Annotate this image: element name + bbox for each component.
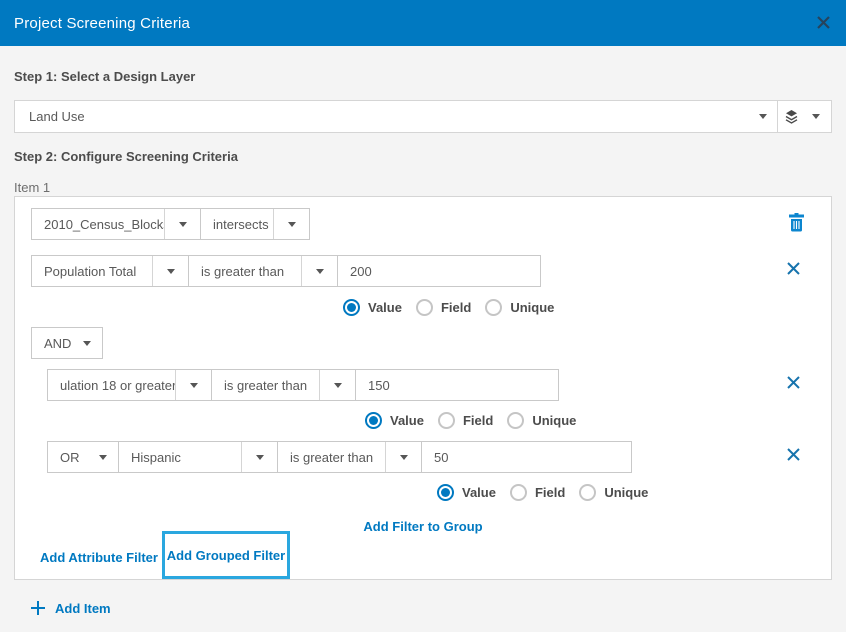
spatial-operator-dropdown[interactable]: intersects (200, 208, 310, 240)
item1-label: Item 1 (14, 180, 50, 195)
add-item-label: Add Item (55, 601, 111, 616)
spatial-operator-value: intersects (201, 217, 273, 232)
radio-option-unique[interactable]: Unique (485, 299, 554, 316)
grouped-filter-row: OR Hispanic is greater than (47, 441, 632, 473)
chevron-down-icon[interactable] (242, 455, 277, 460)
chevron-down-icon[interactable] (386, 455, 421, 460)
step1-label: Step 1: Select a Design Layer (14, 69, 195, 84)
add-item-button[interactable]: Add Item (30, 600, 111, 616)
dialog-header: Project Screening Criteria (0, 0, 846, 46)
chevron-down-icon[interactable] (72, 341, 102, 346)
dialog-title: Project Screening Criteria (0, 15, 190, 32)
chevron-down-icon[interactable] (812, 114, 820, 119)
plus-icon (30, 600, 46, 616)
attribute-filter-row: Population Total is greater than (31, 255, 541, 287)
radio-icon[interactable] (343, 299, 360, 316)
remove-filter-icon[interactable] (786, 261, 801, 276)
radio-label: Unique (604, 485, 648, 500)
operator-dropdown-value: is greater than (278, 450, 385, 465)
field-dropdown[interactable]: Hispanic (118, 441, 278, 473)
radio-label: Field (463, 413, 493, 428)
delete-item-icon[interactable] (788, 213, 805, 237)
remove-filter-icon[interactable] (786, 447, 801, 462)
step2-label: Step 2: Configure Screening Criteria (14, 149, 238, 164)
radio-label: Value (390, 413, 424, 428)
radio-label: Value (462, 485, 496, 500)
layer-dropdown-value: 2010_Census_Blocks (32, 217, 164, 232)
operator-dropdown[interactable]: is greater than (277, 441, 422, 473)
spatial-filter-row: 2010_Census_Blocks intersects (31, 208, 310, 240)
item1-panel: 2010_Census_Blocks intersects Population… (14, 196, 832, 580)
operator-dropdown[interactable]: is greater than (188, 255, 338, 287)
logic-operator-row: AND (31, 327, 103, 359)
field-dropdown[interactable]: Population Total (31, 255, 189, 287)
chevron-down-icon[interactable] (759, 114, 767, 119)
value-type-radio-group: Value Field Unique (343, 299, 568, 316)
radio-icon[interactable] (365, 412, 382, 429)
value-input[interactable] (337, 255, 541, 287)
chevron-down-icon[interactable] (320, 383, 355, 388)
radio-label: Unique (510, 300, 554, 315)
layers-icon[interactable] (783, 109, 800, 131)
field-dropdown[interactable]: ulation 18 or greater (47, 369, 212, 401)
operator-dropdown-value: is greater than (212, 378, 319, 393)
chevron-down-icon[interactable] (274, 222, 309, 227)
operator-dropdown-value: is greater than (189, 264, 301, 279)
logic-operator-dropdown[interactable]: AND (31, 327, 103, 359)
chevron-down-icon[interactable] (88, 455, 118, 460)
grouped-filter-row: ulation 18 or greater is greater than (47, 369, 559, 401)
logic-operator-dropdown[interactable]: OR (47, 441, 119, 473)
divider (777, 101, 778, 132)
value-input[interactable] (421, 441, 632, 473)
value-type-radio-group: Value Field Unique (365, 412, 590, 429)
add-grouped-filter-highlight: Add Grouped Filter (162, 531, 290, 579)
radio-option-field[interactable]: Field (416, 299, 471, 316)
radio-option-unique[interactable]: Unique (507, 412, 576, 429)
add-filter-to-group-link[interactable]: Add Filter to Group (363, 519, 482, 534)
field-dropdown-value: Hispanic (119, 450, 241, 465)
value-input[interactable] (355, 369, 559, 401)
radio-icon[interactable] (507, 412, 524, 429)
chevron-down-icon[interactable] (302, 269, 337, 274)
radio-icon[interactable] (510, 484, 527, 501)
add-grouped-filter-link[interactable]: Add Grouped Filter (167, 548, 285, 563)
field-dropdown-value: ulation 18 or greater (48, 378, 175, 393)
radio-label: Field (535, 485, 565, 500)
value-type-radio-group: Value Field Unique (437, 484, 662, 501)
close-icon[interactable] (815, 14, 832, 31)
chevron-down-icon[interactable] (165, 222, 200, 227)
radio-icon[interactable] (485, 299, 502, 316)
radio-icon[interactable] (579, 484, 596, 501)
radio-option-field[interactable]: Field (510, 484, 565, 501)
logic-operator-value: AND (32, 336, 72, 351)
design-layer-value: Land Use (29, 109, 85, 124)
project-screening-criteria-dialog: Project Screening Criteria Step 1: Selec… (0, 0, 846, 632)
radio-option-value[interactable]: Value (365, 412, 424, 429)
radio-icon[interactable] (437, 484, 454, 501)
radio-option-value[interactable]: Value (437, 484, 496, 501)
radio-label: Value (368, 300, 402, 315)
field-dropdown-value: Population Total (32, 264, 152, 279)
layer-dropdown[interactable]: 2010_Census_Blocks (31, 208, 201, 240)
add-attribute-filter-link[interactable]: Add Attribute Filter (40, 550, 158, 565)
chevron-down-icon[interactable] (153, 269, 188, 274)
radio-option-value[interactable]: Value (343, 299, 402, 316)
radio-label: Unique (532, 413, 576, 428)
remove-filter-icon[interactable] (786, 375, 801, 390)
logic-operator-value: OR (48, 450, 88, 465)
chevron-down-icon[interactable] (176, 383, 211, 388)
radio-icon[interactable] (416, 299, 433, 316)
radio-label: Field (441, 300, 471, 315)
add-filter-to-group-row: Add Filter to Group (15, 518, 831, 536)
operator-dropdown[interactable]: is greater than (211, 369, 356, 401)
design-layer-select[interactable]: Land Use (14, 100, 832, 133)
radio-option-field[interactable]: Field (438, 412, 493, 429)
radio-option-unique[interactable]: Unique (579, 484, 648, 501)
radio-icon[interactable] (438, 412, 455, 429)
